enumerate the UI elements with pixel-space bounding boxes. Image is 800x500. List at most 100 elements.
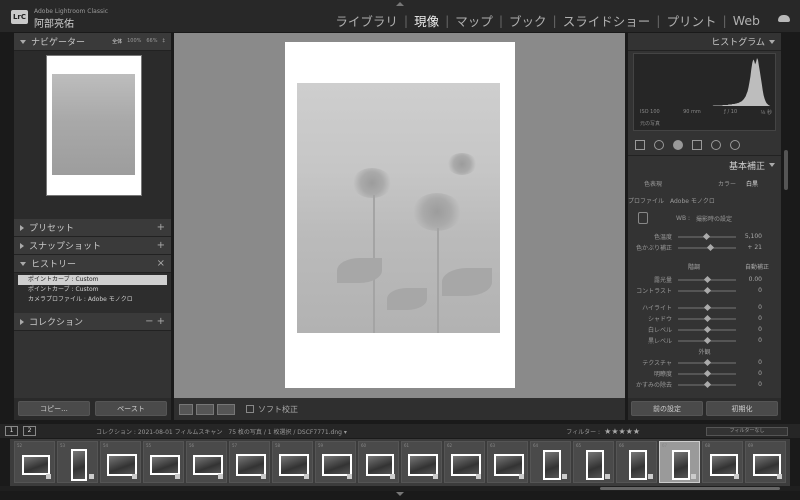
temp-slider[interactable]: 色温度 5,100 bbox=[628, 231, 781, 242]
filmstrip-thumbnail[interactable]: 52 bbox=[14, 441, 55, 483]
rating-filter[interactable]: ★★★★★ bbox=[604, 427, 640, 436]
filmstrip-thumbnail[interactable]: 58 bbox=[272, 441, 313, 483]
main-photo[interactable] bbox=[297, 83, 500, 333]
filter-dropdown[interactable]: フィルターなし bbox=[706, 426, 788, 436]
softproof-checkbox[interactable] bbox=[246, 405, 254, 413]
top-panel-toggle-icon[interactable] bbox=[396, 2, 404, 6]
module-library[interactable]: ライブラリ bbox=[329, 11, 404, 30]
loupe-view-icon[interactable] bbox=[179, 403, 193, 415]
filmstrip-thumbnail[interactable]: 66 bbox=[616, 441, 657, 483]
previous-settings-button[interactable]: 前の設定 bbox=[631, 401, 703, 416]
slider-thumb[interactable] bbox=[703, 275, 712, 283]
navigator-preview[interactable] bbox=[14, 51, 171, 219]
slider-thumb[interactable] bbox=[703, 325, 712, 333]
original-photo-checkbox[interactable]: 元の写真 bbox=[640, 120, 660, 127]
filmstrip-thumbnail[interactable]: 62 bbox=[444, 441, 485, 483]
filmstrip-thumbnail[interactable]: 55 bbox=[143, 441, 184, 483]
zoom-more[interactable]: ‡ bbox=[163, 38, 166, 45]
add-preset-button[interactable]: + bbox=[157, 222, 165, 233]
filmstrip-thumbnail[interactable]: 59 bbox=[315, 441, 356, 483]
filmstrip-thumbnail[interactable]: 67 bbox=[659, 441, 700, 483]
slider-thumb[interactable] bbox=[703, 314, 712, 322]
treatment-color[interactable]: カラー bbox=[718, 179, 736, 188]
filmstrip-breadcrumb[interactable]: コレクション : 2021-08-01 フィルムスキャン 75 枚の写真 / 1… bbox=[96, 427, 347, 436]
zoom-fit[interactable]: 全体 bbox=[112, 38, 122, 45]
history-header[interactable]: ヒストリー × bbox=[14, 255, 171, 273]
history-item[interactable]: ポイントカーブ : Custom bbox=[18, 275, 167, 285]
filmstrip-thumbnail[interactable]: 54 bbox=[100, 441, 141, 483]
filmstrip-thumbnail[interactable]: 56 bbox=[186, 441, 227, 483]
auto-tone-button[interactable]: 自動補正 bbox=[745, 262, 769, 271]
collection-actions[interactable]: − + bbox=[145, 316, 165, 327]
module-print[interactable]: プリント bbox=[661, 11, 723, 30]
filmstrip-thumbnail[interactable]: 61 bbox=[401, 441, 442, 483]
slider-thumb[interactable] bbox=[703, 336, 712, 344]
filmstrip-thumbnail[interactable]: 68 bbox=[702, 441, 743, 483]
adjust-slider[interactable]: テクスチャ 0 bbox=[628, 357, 781, 368]
presets-header[interactable]: プリセット + bbox=[14, 219, 171, 237]
histogram-header[interactable]: ヒストグラム bbox=[628, 33, 781, 51]
profile-dropdown[interactable]: Adobe モノクロ bbox=[670, 196, 715, 205]
zoom-66[interactable]: 66% bbox=[146, 38, 157, 45]
slider-thumb[interactable] bbox=[703, 369, 712, 377]
adjust-slider[interactable]: 明瞭度 0 bbox=[628, 368, 781, 379]
adjust-slider[interactable]: ハイライト 0 bbox=[628, 302, 781, 313]
slider-thumb[interactable] bbox=[703, 286, 712, 294]
history-item[interactable]: カメラプロファイル : Adobe モノクロ bbox=[18, 295, 167, 305]
filmstrip-thumbnail[interactable]: 65 bbox=[573, 441, 614, 483]
filmstrip-thumbnail[interactable]: 60 bbox=[358, 441, 399, 483]
slider-thumb[interactable] bbox=[703, 303, 712, 311]
scroll-thumb[interactable] bbox=[600, 487, 780, 490]
basic-header[interactable]: 基本補正 bbox=[628, 157, 781, 173]
right-panel-scrollbar[interactable] bbox=[784, 150, 788, 190]
adjust-slider[interactable]: 露光量 0.00 bbox=[628, 274, 781, 285]
module-map[interactable]: マップ bbox=[449, 11, 499, 30]
module-slideshow[interactable]: スライドショー bbox=[557, 11, 657, 30]
slider-thumb[interactable] bbox=[702, 232, 711, 240]
spot-removal-icon[interactable] bbox=[654, 139, 664, 150]
adjust-slider[interactable]: コントラスト 0 bbox=[628, 285, 781, 296]
filmstrip-thumbnail[interactable]: 57 bbox=[229, 441, 270, 483]
histogram[interactable]: ISO 100 90 mm ƒ / 10 ⅛ 秒 元の写真 bbox=[633, 53, 776, 131]
tint-slider[interactable]: 色かぶり補正 + 21 bbox=[628, 242, 781, 253]
filmstrip-scrollbar[interactable] bbox=[0, 486, 800, 491]
cloud-sync-icon[interactable] bbox=[778, 15, 790, 22]
wb-dropdown[interactable]: 撮影時の設定 bbox=[696, 214, 732, 223]
before-after-icon[interactable] bbox=[196, 403, 214, 415]
crop-icon[interactable] bbox=[635, 139, 645, 150]
radial-filter-icon[interactable] bbox=[711, 139, 721, 150]
monitor-2-button[interactable]: 2 bbox=[23, 426, 36, 436]
before-after-swap-icon[interactable] bbox=[217, 403, 235, 415]
bottom-panel-toggle-icon[interactable] bbox=[396, 492, 404, 496]
paste-button[interactable]: ペースト bbox=[95, 401, 167, 416]
collections-header[interactable]: コレクション − + bbox=[14, 313, 171, 331]
adjust-slider[interactable]: 白レベル 0 bbox=[628, 324, 781, 335]
brush-icon[interactable] bbox=[730, 139, 740, 150]
add-snapshot-button[interactable]: + bbox=[157, 240, 165, 251]
history-item[interactable]: ポイントカーブ : Custom bbox=[18, 285, 167, 295]
zoom-100[interactable]: 100% bbox=[127, 38, 141, 45]
filmstrip-thumbnail[interactable]: 69 bbox=[745, 441, 786, 483]
adjust-slider[interactable]: 黒レベル 0 bbox=[628, 335, 781, 346]
slider-thumb[interactable] bbox=[703, 358, 712, 366]
monitor-1-button[interactable]: 1 bbox=[5, 426, 18, 436]
reset-button[interactable]: 初期化 bbox=[706, 401, 778, 416]
module-develop[interactable]: 現像 bbox=[408, 11, 445, 30]
graduated-filter-icon[interactable] bbox=[692, 139, 702, 150]
adjust-slider[interactable]: かすみの除去 0 bbox=[628, 379, 781, 390]
slider-thumb[interactable] bbox=[706, 243, 715, 251]
treatment-bw[interactable]: 白黒 bbox=[746, 179, 758, 188]
copy-button[interactable]: コピー... bbox=[18, 401, 90, 416]
image-canvas[interactable] bbox=[174, 33, 625, 398]
clear-history-button[interactable]: × bbox=[157, 258, 165, 269]
snapshots-header[interactable]: スナップショット + bbox=[14, 237, 171, 255]
slider-thumb[interactable] bbox=[703, 380, 712, 388]
navigator-header[interactable]: ナビゲーター 全体 100% 66% ‡ bbox=[14, 33, 171, 51]
module-web[interactable]: Web bbox=[727, 13, 766, 28]
module-book[interactable]: ブック bbox=[503, 11, 553, 30]
filmstrip-thumbnail[interactable]: 63 bbox=[487, 441, 528, 483]
red-eye-icon[interactable] bbox=[673, 139, 683, 150]
adjust-slider[interactable]: シャドウ 0 bbox=[628, 313, 781, 324]
filmstrip-thumbnail[interactable]: 53 bbox=[57, 441, 98, 483]
filmstrip-thumbnail[interactable]: 64 bbox=[530, 441, 571, 483]
